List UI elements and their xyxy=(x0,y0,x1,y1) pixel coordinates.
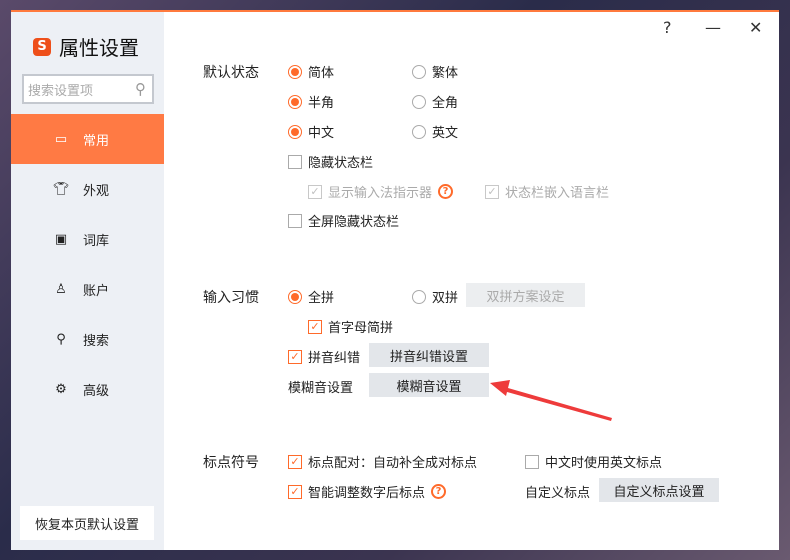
annotation-arrow-icon xyxy=(490,380,612,421)
